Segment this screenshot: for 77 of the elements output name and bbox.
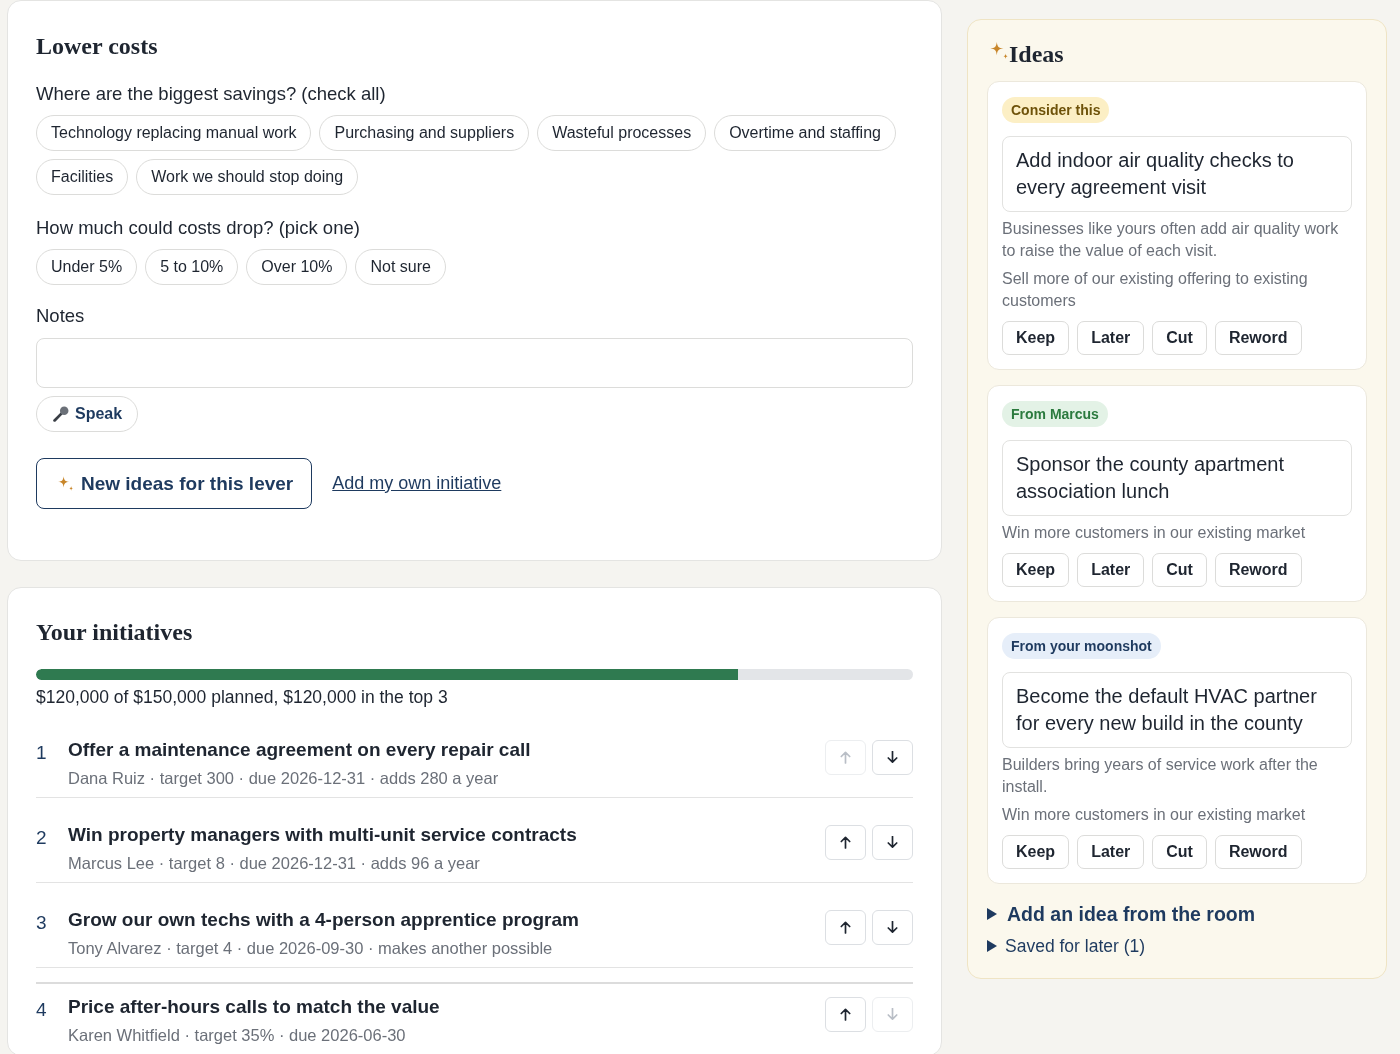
question-label: How much could costs drop? (pick one): [36, 217, 361, 239]
rank-number: 3: [36, 911, 48, 935]
initiative-details: Tony Alvarez · target 4 · due 2026-09-30 · makes another possible: [68, 939, 554, 957]
option-chip[interactable]: Under 5%: [36, 249, 138, 285]
initiative-title: Grow our own techs with a 4-person apprentice program: [68, 908, 580, 932]
notes-field[interactable]: [36, 338, 913, 388]
source-tag: Consider this: [1002, 97, 1110, 123]
move-up-button[interactable]: [825, 825, 866, 860]
disclosure-triangle-icon: [987, 940, 997, 952]
option-chip[interactable]: Purchasing and suppliers: [319, 115, 530, 151]
move-up-button[interactable]: [825, 910, 866, 945]
arrow-up-icon: [840, 921, 851, 934]
move-down-button[interactable]: [872, 825, 913, 860]
disclosure-toggle[interactable]: Add an idea from the room: [987, 901, 1367, 927]
arrow-up-icon: [840, 1008, 851, 1021]
idea-title-field[interactable]: Add indoor air quality checks to every agreement visit: [1002, 136, 1352, 212]
arrow-up-icon: [840, 751, 851, 764]
initiative-title: Win property managers with multi-unit service contracts: [68, 823, 578, 847]
idea-action-button[interactable]: Reword: [1214, 553, 1302, 587]
arrow-up-icon: [840, 836, 851, 849]
idea-action-button[interactable]: Later: [1077, 835, 1145, 869]
option-chip[interactable]: Overtime and staffing: [714, 115, 896, 151]
idea-action-button[interactable]: Reword: [1214, 835, 1302, 869]
idea-action-button[interactable]: Cut: [1152, 835, 1207, 869]
question-label: Where are the biggest savings? (check all): [36, 83, 387, 105]
idea-category: Sell more of our existing offering to existing customers: [1002, 269, 1309, 311]
move-up-button[interactable]: [825, 997, 866, 1032]
arrow-down-icon: [887, 751, 898, 764]
sparkle-icon: [990, 42, 1008, 59]
initiative-details: Dana Ruiz · target 300 · due 2026-12-31 · adds 280 a year: [68, 769, 500, 787]
option-chip[interactable]: Technology replacing manual work: [36, 115, 312, 151]
arrow-down-icon: [887, 921, 898, 934]
option-chip[interactable]: Work we should stop doing: [136, 159, 359, 195]
arrow-down-icon: [887, 1008, 898, 1021]
disclosure-toggle[interactable]: Saved for later (1): [987, 934, 1367, 958]
option-chip[interactable]: 5 to 10%: [145, 249, 239, 285]
new-ideas-button[interactable]: New ideas for this lever: [36, 458, 313, 509]
idea-reason: Builders bring years of service work after the install.: [1002, 755, 1319, 797]
card-title: Your initiatives: [36, 618, 194, 646]
option-chip[interactable]: Wasteful processes: [537, 115, 707, 151]
idea-action-button[interactable]: Keep: [1002, 835, 1070, 869]
arrow-down-icon: [887, 836, 898, 849]
idea-action-button[interactable]: Keep: [1002, 553, 1070, 587]
idea-title-field[interactable]: Become the default HVAC partner for every new build in the county: [1002, 672, 1352, 748]
notes-label: Notes: [36, 305, 86, 327]
rank-number: 2: [36, 826, 48, 850]
idea-action-button[interactable]: Reword: [1214, 321, 1302, 355]
source-tag: From your moonshot: [1002, 633, 1161, 659]
move-down-button[interactable]: [872, 910, 913, 945]
disclosure-triangle-icon: [987, 908, 997, 920]
initiative-details: Marcus Lee · target 8 · due 2026-12-31 · adds 96 a year: [68, 854, 481, 872]
option-chip[interactable]: Not sure: [355, 249, 446, 285]
progress-summary: $120,000 of $150,000 planned, $120,000 in the top 3: [36, 686, 449, 708]
idea-action-button[interactable]: Keep: [1002, 321, 1070, 355]
option-chip[interactable]: Facilities: [36, 159, 129, 195]
initiative-title: Price after-hours calls to match the value: [68, 995, 441, 1019]
move-down-button[interactable]: [872, 740, 913, 775]
initiative-details: Karen Whitfield · target 35% · due 2026-06-30: [68, 1026, 407, 1044]
card-title: Lower costs: [36, 32, 159, 60]
sparkle-icon: [58, 476, 73, 491]
option-chip[interactable]: Over 10%: [246, 249, 348, 285]
idea-category: Win more customers in our existing market: [1002, 523, 1307, 543]
microphone-icon: [53, 406, 69, 422]
idea-title-field[interactable]: Sponsor the county apartment association lunch: [1002, 440, 1352, 516]
add-initiative-link[interactable]: Add my own initiative: [332, 473, 502, 494]
idea-action-button[interactable]: Cut: [1152, 553, 1207, 587]
idea-reason: Businesses like yours often add air quality work to raise the value of each visit.: [1002, 219, 1340, 261]
speak-button[interactable]: Speak: [36, 396, 139, 432]
initiative-title: Offer a maintenance agreement on every repair call: [68, 738, 532, 762]
rank-number: 1: [36, 741, 48, 765]
panel-title: Ideas: [1009, 40, 1064, 68]
idea-action-button[interactable]: Later: [1077, 553, 1145, 587]
source-tag: From Marcus: [1002, 401, 1108, 427]
idea-category: Win more customers in our existing market: [1002, 805, 1307, 825]
rank-number: 4: [36, 998, 48, 1022]
idea-action-button[interactable]: Later: [1077, 321, 1145, 355]
idea-action-button[interactable]: Cut: [1152, 321, 1207, 355]
